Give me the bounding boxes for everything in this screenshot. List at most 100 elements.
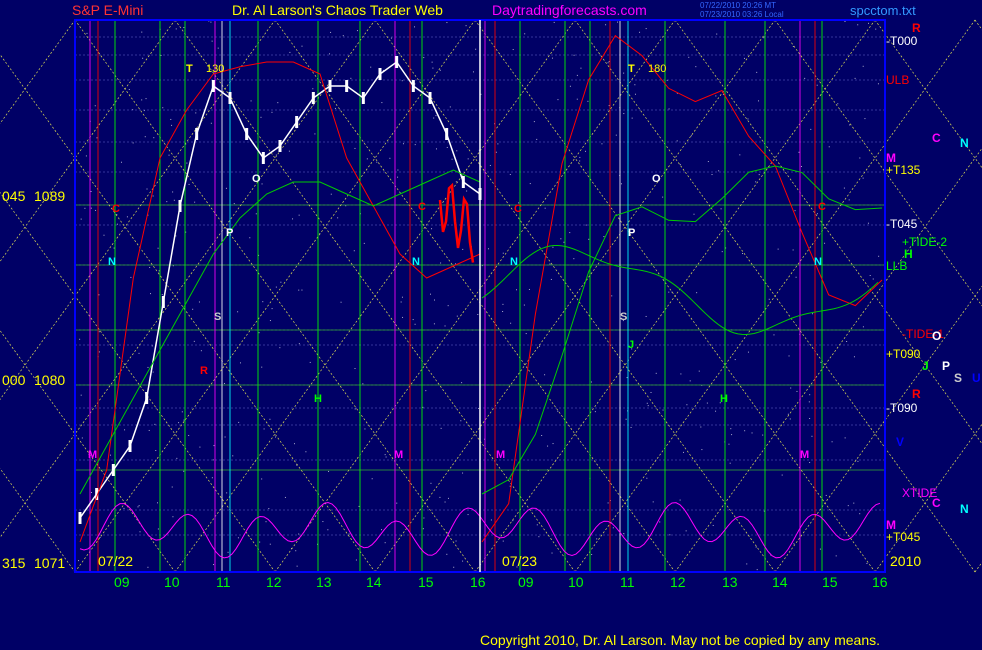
bg-dot [525,333,527,335]
y-degree-label: 315 [2,555,26,571]
bg-dot [828,146,830,148]
x-tick-label: 15 [822,574,838,590]
bg-dot [634,84,636,86]
bg-dot [552,246,554,248]
chart-letter: H [720,393,728,405]
bg-dot [516,289,518,291]
bg-dot [812,313,814,315]
bg-dot [553,21,555,23]
chart-letter: P [628,227,635,239]
bg-dot [155,450,157,452]
bg-dot [601,143,603,145]
bg-dot [434,299,435,301]
bg-dot [634,93,636,95]
x-tick-label: 13 [316,574,332,590]
bg-dot [878,255,880,257]
bg-dot [262,301,264,303]
bg-dot [475,48,477,50]
diagonal-line [974,19,982,31]
bg-dot [495,151,497,153]
instrument-title: S&P E-Mini [72,2,143,18]
bg-dot [809,418,811,420]
bg-dot [141,99,143,101]
bg-dot [362,383,364,385]
x-tick-label: 09 [114,574,130,590]
bg-dot [298,343,300,345]
bg-dot [161,294,163,296]
bg-dot [796,390,798,392]
bg-dot [171,486,173,488]
bg-dot [623,533,625,535]
bg-dot [676,140,678,142]
chart-letter: H [314,393,322,405]
bg-dot [298,533,300,535]
bg-dot [172,265,174,267]
bg-dot [487,248,489,250]
bg-dot [502,303,504,305]
bg-dot [650,391,652,393]
bg-dot [623,113,625,115]
bg-dot [269,320,271,322]
bg-dot [261,366,263,368]
bg-dot [440,427,442,429]
y-axis-labels: 045 1089 000 1080 315 1071 [2,188,65,571]
site-link[interactable]: Daytradingforecasts.com [492,2,647,18]
bg-dot [824,242,826,244]
bg-dot [716,33,718,35]
bg-dot [147,366,149,368]
bg-dot [563,241,565,243]
recent-price [438,182,475,263]
bg-dot [467,514,469,516]
bg-dot [864,118,866,120]
bg-dot [157,502,159,504]
right-axis-label: LLB [886,259,907,273]
bg-dot [590,381,592,383]
bg-dot [425,390,427,392]
bg-dot [98,331,100,333]
bg-dot [631,117,633,119]
bg-dot [181,411,183,413]
bg-dot [859,157,861,159]
bg-dot [743,57,745,59]
bg-dot [652,501,654,503]
bg-dot [132,142,134,144]
bg-dot [400,301,402,303]
bg-dot [795,276,797,278]
bg-dot [712,524,714,526]
bg-dot [348,533,350,535]
bg-dot [213,564,215,566]
bg-dot [446,553,448,555]
chart-letter: C [818,201,826,213]
bg-dot [225,187,227,189]
bg-dot [729,462,731,464]
bg-dot [711,174,713,176]
y-price-label: 1080 [34,372,65,388]
bg-dot [576,74,578,76]
bg-dot [171,124,173,126]
bg-dot [275,154,277,156]
bg-dot [688,56,690,58]
bg-dot [715,95,717,97]
bg-dot [430,482,432,484]
bg-dot [226,492,228,494]
chart-letter: N [510,256,518,268]
chart-letter: T [628,63,635,75]
diagonal-line [0,19,276,401]
bg-dot [569,232,571,234]
bg-dot [301,289,303,291]
bg-dot [130,276,132,278]
bg-dot [594,411,596,413]
bg-dot [390,37,392,39]
bg-dot [148,429,150,431]
diagonal-line [0,19,76,125]
bg-dot [853,502,855,504]
bg-dot [798,151,800,153]
bg-dot [305,451,307,453]
bg-dot [794,210,796,212]
bg-dot [557,410,559,412]
diagonal-line [0,53,376,573]
bg-dot [322,521,324,523]
bg-dot [356,30,358,32]
bg-dot [237,311,239,313]
right-axis-label: +T090 [886,347,921,361]
